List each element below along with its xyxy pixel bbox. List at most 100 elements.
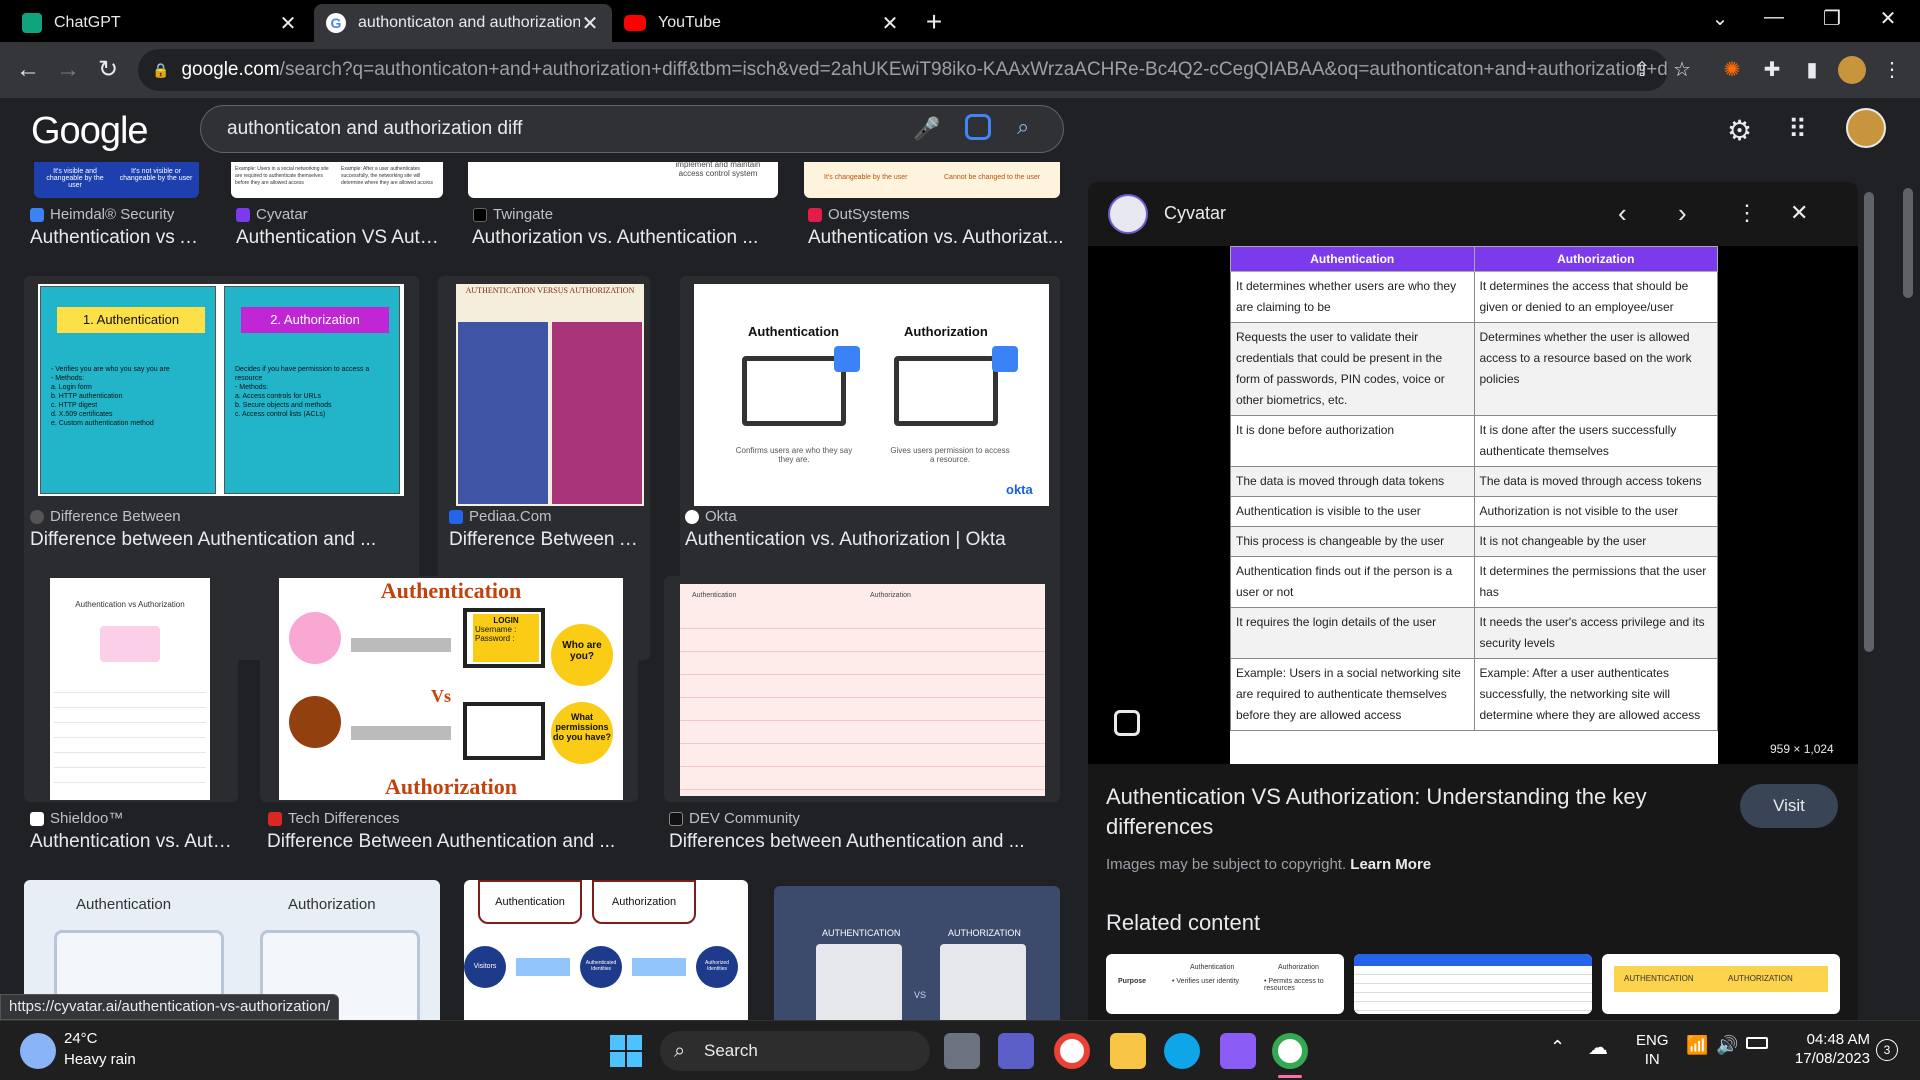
back-icon[interactable]: ←	[12, 54, 44, 86]
edge-icon[interactable]	[1164, 1033, 1200, 1069]
bookmark-star-icon[interactable]: ☆	[1668, 56, 1696, 84]
result-title[interactable]: Authentication VS Auth...	[236, 227, 446, 249]
tab-search-icon[interactable]: ⌄	[1700, 6, 1740, 31]
result-title[interactable]: Difference Between Aut...	[449, 529, 649, 551]
forward-icon[interactable]: →	[52, 54, 84, 86]
file-explorer-icon[interactable]	[1110, 1033, 1146, 1069]
close-icon[interactable]: ✕	[278, 11, 298, 36]
extension-brave-icon[interactable]: ✺	[1718, 56, 1746, 84]
result-thumb-twingate[interactable]: implement and maintain access control sy…	[468, 162, 778, 198]
minimize-button[interactable]: —	[1754, 6, 1794, 29]
result-thumb-outsystems[interactable]: It's changeable by the user Cannot be ch…	[804, 162, 1060, 198]
side-panel-icon[interactable]: ▮	[1798, 56, 1826, 84]
close-window-button[interactable]: ✕	[1868, 6, 1908, 31]
result-title[interactable]: Difference Between Authentication and ..…	[267, 831, 647, 853]
windows-start-icon[interactable]	[610, 1035, 642, 1067]
chrome-icon[interactable]	[1054, 1033, 1090, 1069]
search-icon[interactable]: ⌕	[1017, 114, 1029, 140]
new-tab-button[interactable]: +	[914, 6, 954, 38]
lang-code: ENG	[1636, 1032, 1669, 1049]
preview-title[interactable]: Authentication VS Authorization: Underst…	[1106, 782, 1706, 842]
related-thumb-1[interactable]: Authentication Authorization Purpose • V…	[1106, 954, 1344, 1014]
panel-scrollbar[interactable]	[1862, 182, 1876, 1020]
lock-icon	[834, 346, 860, 372]
close-icon[interactable]: ✕	[880, 11, 900, 36]
preview-image[interactable]: Authentication Authorization It determin…	[1230, 246, 1718, 764]
result-source[interactable]: Shieldoo™	[30, 810, 123, 827]
restore-button[interactable]: ❐	[1812, 6, 1852, 31]
result-title[interactable]: Authentication vs A...	[30, 227, 205, 249]
show-hidden-icons-icon[interactable]: ⌃	[1550, 1037, 1565, 1058]
volume-icon[interactable]: 🔊	[1716, 1035, 1738, 1056]
account-avatar[interactable]	[1846, 108, 1886, 148]
tab-google-search[interactable]: G authonticaton and authorization diff ✕	[314, 4, 612, 42]
result-source[interactable]: Difference Between	[30, 508, 181, 525]
result-title[interactable]: Authentication vs. Authorizat...	[808, 227, 1064, 249]
result-source[interactable]: DEV Community	[669, 810, 800, 827]
preview-site-name[interactable]: Cyvatar	[1164, 203, 1226, 224]
result-thumb-shieldoo[interactable]: Authentication vs Authorization	[24, 576, 238, 802]
result-source[interactable]: Pediaa.Com	[449, 508, 552, 525]
comparison-table: Authentication Authorization It determin…	[1230, 246, 1718, 731]
apps-grid-icon[interactable]: ⠿	[1788, 114, 1807, 145]
task-view-icon[interactable]	[944, 1033, 980, 1069]
onedrive-cloud-icon[interactable]: ☁	[1588, 1035, 1608, 1060]
prev-image-icon[interactable]: ‹	[1618, 198, 1627, 229]
result-source[interactable]: OutSystems	[808, 206, 910, 223]
tab-chatgpt[interactable]: ChatGPT ✕	[10, 4, 310, 42]
wifi-icon[interactable]: 📶	[1686, 1035, 1708, 1056]
close-icon[interactable]: ✕	[580, 11, 600, 36]
weather-rain-icon[interactable]	[20, 1033, 56, 1069]
result-title[interactable]: Difference between Authentication and ..…	[30, 529, 410, 551]
taskbar-search-box[interactable]: ⌕ Search	[660, 1031, 930, 1071]
battery-icon[interactable]	[1746, 1037, 1768, 1049]
chrome-profile-icon[interactable]	[1272, 1033, 1308, 1069]
result-source[interactable]: Heimdal® Security	[30, 206, 174, 223]
tab-youtube[interactable]: YouTube ✕	[612, 4, 912, 42]
result-source[interactable]: Twingate	[473, 206, 553, 223]
close-preview-icon[interactable]: ✕	[1790, 200, 1808, 226]
scrollbar-thumb[interactable]	[1903, 188, 1913, 298]
result-title[interactable]: Differences between Authentication and .…	[669, 831, 1069, 853]
source-label: Shieldoo™	[50, 810, 124, 827]
learn-more-link[interactable]: Learn More	[1350, 856, 1431, 873]
result-title[interactable]: Authentication vs. Authorization | Okta	[685, 529, 1065, 551]
result-title[interactable]: Authentication vs. Auth...	[30, 831, 235, 853]
search-input[interactable]: authonticaton and authorization diff 🎤 ⌕	[200, 105, 1064, 153]
result-thumb-cyvatar[interactable]: Example: Users in a social networking si…	[231, 162, 443, 198]
related-thumb-3[interactable]: AUTHENTICATION AUTHORIZATION	[1602, 954, 1840, 1014]
result-source[interactable]: Cyvatar	[236, 206, 308, 223]
youtube-icon	[624, 15, 646, 31]
profile-avatar[interactable]	[1838, 56, 1866, 84]
clock[interactable]: 04:48 AM 17/08/2023	[1788, 1030, 1870, 1068]
result-source[interactable]: Okta	[685, 508, 737, 525]
result-thumb-row4-c[interactable]: AUTHENTICATION AUTHORIZATION VS	[774, 886, 1060, 1020]
reload-icon[interactable]: ↻	[92, 54, 124, 86]
visual-studio-icon[interactable]	[1220, 1033, 1256, 1069]
menu-kebab-icon[interactable]: ⋮	[1878, 56, 1906, 84]
result-thumb-row4-b[interactable]: Authentication Authorization Visitors Au…	[464, 880, 748, 1020]
more-options-icon[interactable]: ⋮	[1736, 200, 1758, 226]
visit-button[interactable]: Visit	[1740, 784, 1838, 828]
related-thumb-2[interactable]	[1354, 954, 1592, 1014]
lens-icon[interactable]	[965, 114, 991, 140]
scrollbar-thumb[interactable]	[1864, 192, 1874, 652]
microphone-icon[interactable]: 🎤	[913, 116, 940, 142]
lens-search-icon[interactable]	[1114, 710, 1140, 736]
address-bar[interactable]: 🔒 google.com/search?q=authonticaton+and+…	[138, 49, 1668, 91]
page-scrollbar[interactable]	[1900, 182, 1916, 1020]
result-thumb-heimdal[interactable]: It's visible and changeable by the user …	[34, 162, 199, 198]
result-thumb-dev[interactable]: Authentication Authorization	[664, 576, 1060, 802]
result-source[interactable]: Tech Differences	[268, 810, 399, 827]
result-thumb-tech-differences[interactable]: Authentication Authorization Vs LOGIN Us…	[260, 576, 638, 802]
extensions-puzzle-icon[interactable]: ✚	[1758, 56, 1786, 84]
result-title[interactable]: Authorization vs. Authentication ...	[472, 227, 762, 249]
language-indicator[interactable]: ENG IN	[1636, 1031, 1669, 1069]
teams-chat-icon[interactable]	[998, 1033, 1034, 1069]
thumb-text: VS	[914, 990, 927, 1000]
share-icon[interactable]: ⇪	[1628, 56, 1656, 84]
next-image-icon[interactable]: ›	[1678, 198, 1687, 229]
notification-badge[interactable]: 3	[1876, 1039, 1898, 1061]
settings-gear-icon[interactable]: ⚙	[1727, 114, 1752, 147]
google-logo[interactable]: Google	[31, 110, 149, 153]
